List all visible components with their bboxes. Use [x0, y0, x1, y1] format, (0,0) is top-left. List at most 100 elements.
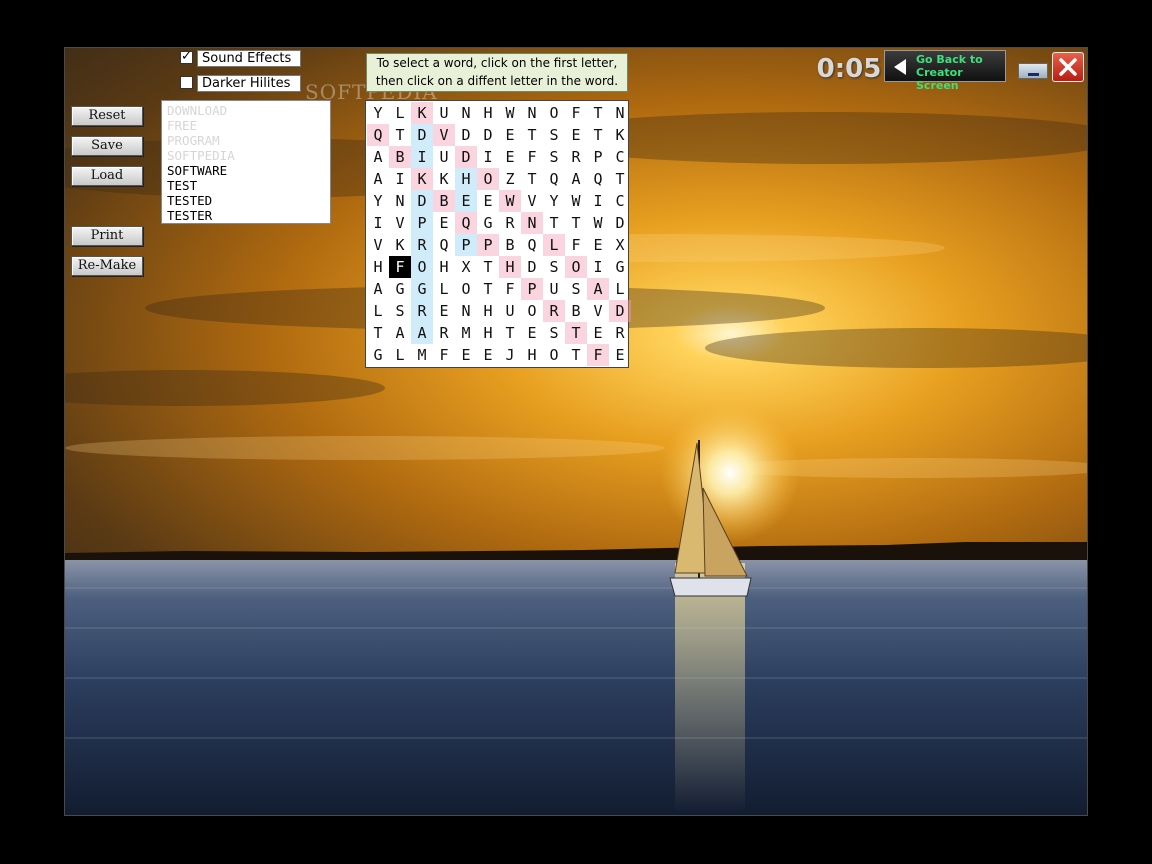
- grid-cell[interactable]: P: [477, 234, 499, 256]
- grid-cell[interactable]: T: [587, 124, 609, 146]
- grid-cell[interactable]: T: [521, 124, 543, 146]
- grid-cell[interactable]: D: [411, 190, 433, 212]
- reset-button[interactable]: Reset: [71, 106, 143, 126]
- grid-cell[interactable]: R: [411, 234, 433, 256]
- grid-cell[interactable]: O: [411, 256, 433, 278]
- grid-cell[interactable]: R: [565, 146, 587, 168]
- grid-cell[interactable]: H: [477, 300, 499, 322]
- grid-cell[interactable]: T: [477, 278, 499, 300]
- grid-cell[interactable]: F: [587, 344, 609, 366]
- grid-cell[interactable]: U: [433, 102, 455, 124]
- grid-cell[interactable]: A: [587, 278, 609, 300]
- grid-cell[interactable]: T: [389, 124, 411, 146]
- grid-cell[interactable]: S: [543, 256, 565, 278]
- grid-cell[interactable]: P: [411, 212, 433, 234]
- grid-cell[interactable]: F: [433, 344, 455, 366]
- grid-cell[interactable]: H: [477, 322, 499, 344]
- grid-cell[interactable]: X: [609, 234, 631, 256]
- grid-cell[interactable]: P: [521, 278, 543, 300]
- grid-cell[interactable]: W: [499, 190, 521, 212]
- grid-cell[interactable]: S: [543, 124, 565, 146]
- grid-cell[interactable]: D: [477, 124, 499, 146]
- grid-cell[interactable]: E: [609, 344, 631, 366]
- grid-cell[interactable]: K: [411, 102, 433, 124]
- grid-cell[interactable]: S: [543, 322, 565, 344]
- grid-cell[interactable]: H: [433, 256, 455, 278]
- grid-cell[interactable]: T: [565, 344, 587, 366]
- grid-cell[interactable]: V: [389, 212, 411, 234]
- grid-cell[interactable]: T: [477, 256, 499, 278]
- grid-cell[interactable]: R: [433, 322, 455, 344]
- grid-cell[interactable]: Z: [499, 168, 521, 190]
- grid-cell[interactable]: I: [587, 256, 609, 278]
- grid-cell[interactable]: L: [609, 278, 631, 300]
- grid-cell[interactable]: T: [565, 322, 587, 344]
- grid-cell[interactable]: Y: [367, 102, 389, 124]
- grid-cell[interactable]: P: [455, 234, 477, 256]
- grid-cell[interactable]: I: [587, 190, 609, 212]
- grid-cell[interactable]: U: [543, 278, 565, 300]
- grid-cell[interactable]: Q: [521, 234, 543, 256]
- grid-cell[interactable]: B: [389, 146, 411, 168]
- grid-cell[interactable]: K: [433, 168, 455, 190]
- grid-cell[interactable]: F: [521, 146, 543, 168]
- sound-effects-checkbox[interactable]: ✓: [180, 50, 193, 64]
- grid-cell[interactable]: G: [477, 212, 499, 234]
- grid-cell[interactable]: M: [455, 322, 477, 344]
- grid-cell[interactable]: O: [477, 168, 499, 190]
- grid-cell[interactable]: L: [389, 102, 411, 124]
- remake-button[interactable]: Re-Make: [71, 256, 143, 276]
- grid-cell[interactable]: G: [367, 344, 389, 366]
- grid-cell[interactable]: V: [521, 190, 543, 212]
- grid-cell[interactable]: E: [521, 322, 543, 344]
- grid-cell[interactable]: Q: [455, 212, 477, 234]
- grid-cell[interactable]: E: [499, 124, 521, 146]
- grid-cell[interactable]: A: [565, 168, 587, 190]
- grid-cell[interactable]: Q: [543, 168, 565, 190]
- grid-cell[interactable]: Q: [367, 124, 389, 146]
- grid-cell[interactable]: I: [477, 146, 499, 168]
- grid-cell[interactable]: K: [609, 124, 631, 146]
- grid-cell[interactable]: T: [499, 322, 521, 344]
- grid-cell[interactable]: C: [609, 146, 631, 168]
- grid-cell[interactable]: N: [389, 190, 411, 212]
- grid-cell[interactable]: U: [499, 300, 521, 322]
- grid-cell[interactable]: N: [455, 102, 477, 124]
- grid-cell[interactable]: Y: [543, 190, 565, 212]
- grid-cell[interactable]: D: [411, 124, 433, 146]
- grid-cell[interactable]: T: [587, 102, 609, 124]
- grid-cell[interactable]: D: [609, 212, 631, 234]
- grid-cell[interactable]: D: [521, 256, 543, 278]
- grid-cell[interactable]: W: [499, 102, 521, 124]
- minimize-button[interactable]: [1018, 63, 1048, 79]
- grid-cell[interactable]: M: [411, 344, 433, 366]
- grid-cell[interactable]: N: [521, 102, 543, 124]
- grid-cell[interactable]: O: [521, 300, 543, 322]
- grid-cell[interactable]: E: [565, 124, 587, 146]
- grid-cell[interactable]: N: [521, 212, 543, 234]
- grid-cell[interactable]: B: [433, 190, 455, 212]
- grid-cell[interactable]: U: [433, 146, 455, 168]
- grid-cell[interactable]: L: [543, 234, 565, 256]
- grid-cell[interactable]: H: [455, 168, 477, 190]
- close-button[interactable]: [1052, 52, 1084, 82]
- grid-cell[interactable]: O: [543, 344, 565, 366]
- save-button[interactable]: Save: [71, 136, 143, 156]
- grid-cell[interactable]: A: [411, 322, 433, 344]
- grid-cell[interactable]: N: [455, 300, 477, 322]
- grid-cell[interactable]: T: [543, 212, 565, 234]
- grid-cell[interactable]: E: [587, 234, 609, 256]
- grid-cell[interactable]: E: [499, 146, 521, 168]
- grid-cell[interactable]: V: [587, 300, 609, 322]
- grid-cell[interactable]: S: [389, 300, 411, 322]
- grid-cell[interactable]: F: [389, 256, 411, 278]
- grid-cell[interactable]: D: [609, 300, 631, 322]
- grid-cell[interactable]: W: [587, 212, 609, 234]
- grid-cell[interactable]: X: [455, 256, 477, 278]
- grid-cell[interactable]: R: [609, 322, 631, 344]
- grid-cell[interactable]: Q: [433, 234, 455, 256]
- grid-cell[interactable]: A: [367, 146, 389, 168]
- grid-cell[interactable]: R: [499, 212, 521, 234]
- grid-cell[interactable]: F: [565, 234, 587, 256]
- grid-cell[interactable]: Y: [367, 190, 389, 212]
